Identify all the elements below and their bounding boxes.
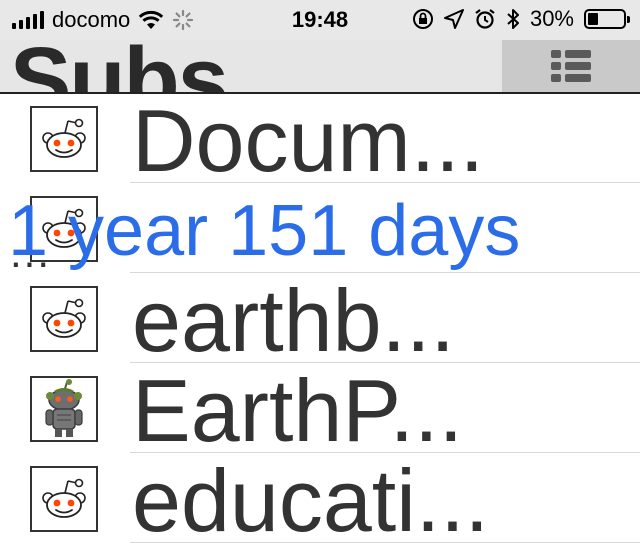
screen: docomo 19:48 30% Subs Docum... earthb...… [0,0,640,551]
list-view-button[interactable] [502,40,640,92]
wifi-icon [139,10,164,29]
subreddit-name: EarthP... [132,361,464,460]
orientation-lock-icon [412,9,433,29]
list-item[interactable]: earthb... [0,273,640,369]
reddit-alien-icon [42,298,86,338]
subreddit-avatar [30,376,98,442]
subreddit-name: Docum... [132,91,485,190]
list-item[interactable]: educati... [0,453,640,549]
nav-bar: Subs [0,40,640,94]
status-right: 30% [412,6,630,32]
page-title: Subs [10,40,229,94]
elapsed-time-label: 1 year 151 days [8,191,521,271]
location-icon [443,9,464,29]
status-bar: docomo 19:48 30% [0,0,640,40]
list-item[interactable]: Docum... [0,93,640,189]
battery-percent: 30% [529,6,574,31]
signal-icon [12,11,44,29]
reddit-alien-icon [42,478,86,518]
carrier-name: docomo [52,7,131,32]
subreddit-avatar [30,106,98,172]
activity-spinner-icon [173,9,194,31]
row-divider [130,542,640,543]
battery-level [588,13,598,25]
battery-icon [584,9,630,29]
truncated-label: ... [10,229,52,276]
list-view-icon [551,50,591,82]
list-item[interactable]: EarthP... [0,363,640,459]
bluetooth-icon [507,9,519,29]
reddit-alien-icon [42,118,86,158]
subreddit-name: educati... [132,451,490,550]
subreddit-name: earthb... [132,271,455,370]
subreddit-avatar [30,286,98,352]
robot-avatar-icon [45,379,83,437]
subreddit-avatar [30,466,98,532]
alarm-icon [475,9,495,29]
status-left: docomo [12,8,194,32]
